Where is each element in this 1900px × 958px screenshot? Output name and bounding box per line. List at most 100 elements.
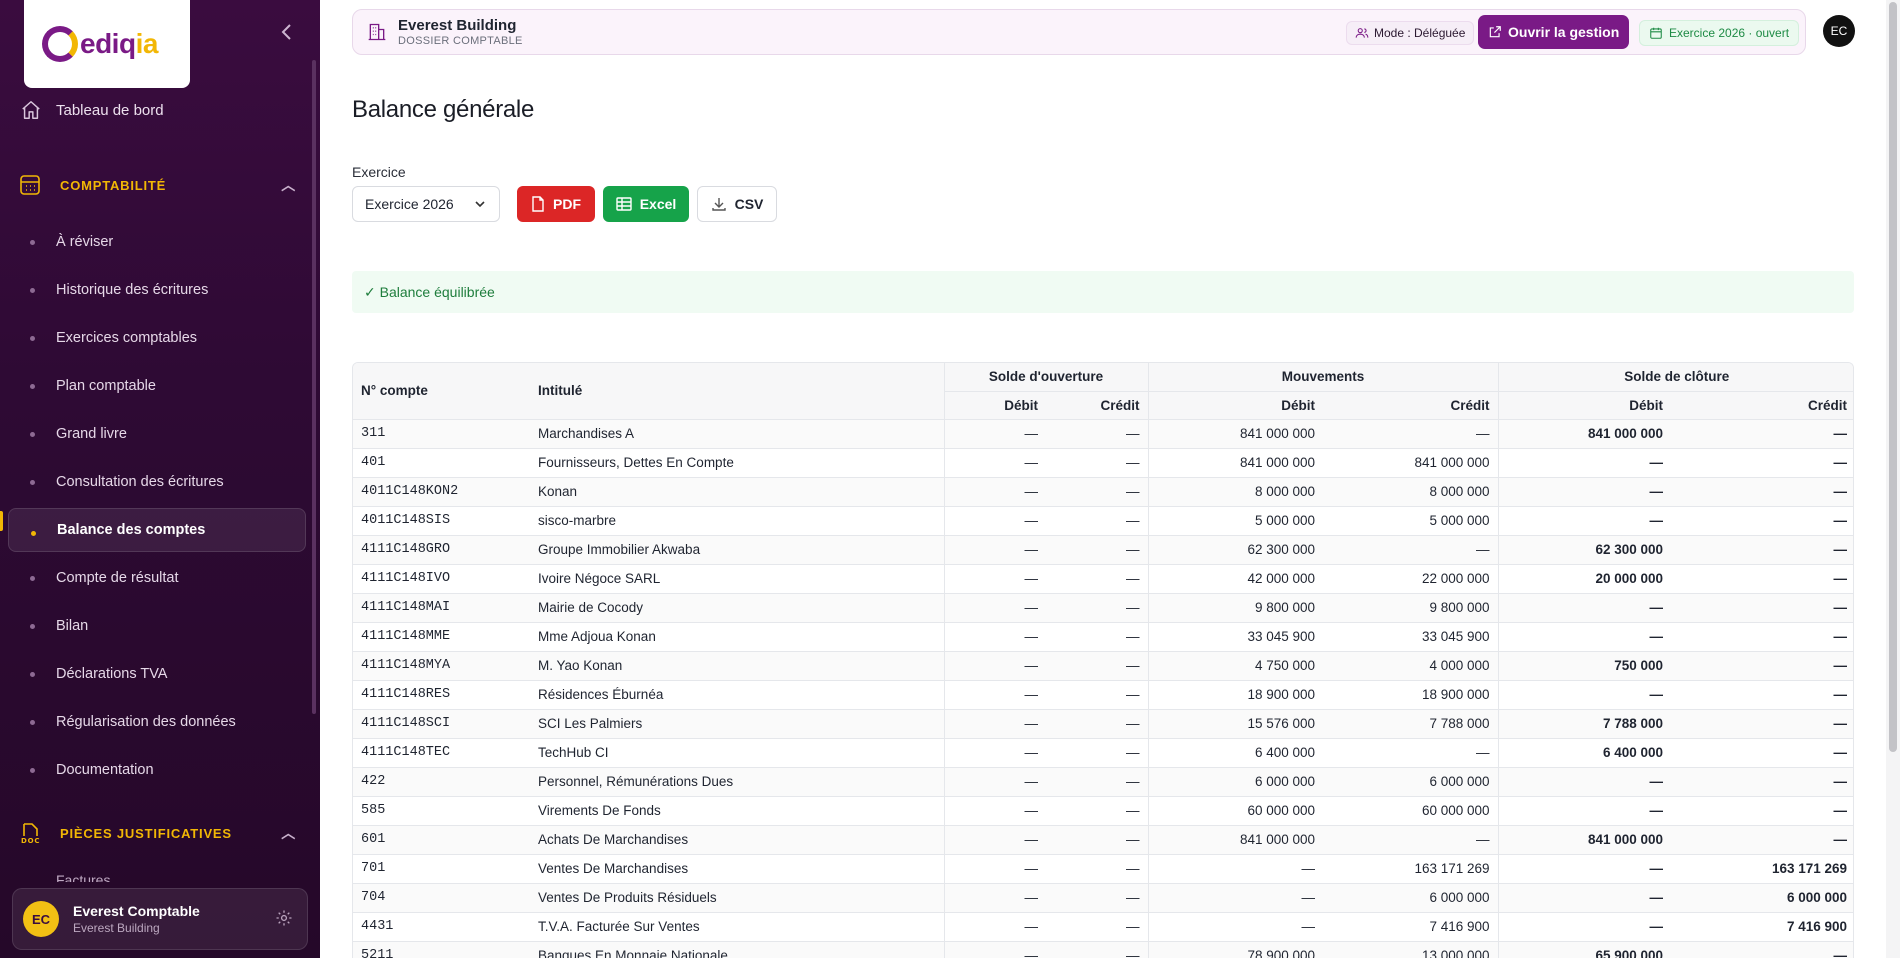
export-excel-button[interactable]: Excel — [603, 186, 689, 222]
sidebar-item-consultation[interactable]: Consultation des écritures — [0, 458, 320, 506]
open-management-button[interactable]: Ouvrir la gestion — [1478, 15, 1630, 49]
sidebar-item-plan-comptable[interactable]: Plan comptable — [0, 362, 320, 410]
table-row[interactable]: 4111C148IVO Ivoire Négoce SARL — —42 000 00… — [353, 563, 1853, 593]
sidebar-item-a-reviser[interactable]: À réviser — [0, 218, 320, 266]
sidebar-item-exercices[interactable]: Exercices comptables — [0, 314, 320, 362]
user-card[interactable]: EC Everest Comptable Everest Building — [12, 888, 308, 950]
table-row[interactable]: 704 Ventes De Produits Résiduels — — —6 000 … — [353, 882, 1853, 912]
table-row[interactable]: 4011C148SIS sisco-marbre — —5 000 000 5 000 … — [353, 505, 1853, 535]
sidebar-item-grand-livre[interactable]: Grand livre — [0, 410, 320, 458]
top-bar: Everest Building DOSSIER COMPTABLE Mode … — [352, 9, 1806, 55]
closing-debit: 841 000 000 — [1497, 418, 1672, 448]
closing-credit: — — [1671, 621, 1853, 651]
section-pieces[interactable]: DOC PIÈCES JUSTIFICATIVES ︿ — [18, 818, 300, 848]
account-label: sisco-marbre — [530, 505, 944, 535]
movement-credit: 6 000 000 — [1323, 882, 1499, 912]
table-row[interactable]: 4111C148TEC TechHub CI — —6 400 000—6 400 0… — [353, 737, 1853, 767]
account-number: 4111C148MME — [353, 621, 530, 651]
sidebar-item-tva[interactable]: Déclarations TVA — [0, 650, 320, 698]
header-opening-debit: Débit — [943, 390, 1046, 419]
table-row[interactable]: 601 Achats De Marchandises — —841 000 000—8… — [353, 824, 1853, 854]
opening-debit: — — [943, 708, 1046, 738]
export-csv-button[interactable]: CSV — [697, 186, 777, 222]
movement-debit: 9 800 000 — [1147, 592, 1324, 622]
bullet-icon — [30, 384, 35, 389]
account-number: 4111C148MYA — [353, 650, 530, 680]
table-row[interactable]: 311 Marchandises A — —841 000 000—841 000 0… — [353, 418, 1853, 448]
exercise-select[interactable]: Exercice 2026 — [352, 186, 500, 222]
table-row[interactable]: 422 Personnel, Rémunérations Dues — —6 000 … — [353, 766, 1853, 796]
closing-debit: 65 900 000 — [1497, 940, 1672, 958]
sidebar-item-historique[interactable]: Historique des écritures — [0, 266, 320, 314]
movement-credit: — — [1323, 418, 1499, 448]
opening-credit: — — [1046, 940, 1149, 958]
account-label: Konan — [530, 476, 944, 506]
export-pdf-button[interactable]: PDF — [517, 186, 595, 222]
table-row[interactable]: 701 Ventes De Marchandises — — —163 171 269—… — [353, 853, 1853, 883]
closing-debit: 7 788 000 — [1497, 708, 1672, 738]
sidebar-item-bilan[interactable]: Bilan — [0, 602, 320, 650]
movement-debit: 841 000 000 — [1147, 824, 1324, 854]
movement-credit: 9 800 000 — [1323, 592, 1499, 622]
table-body: 311 Marchandises A — —841 000 000—841 000 0… — [353, 418, 1853, 958]
sidebar-item-compte-resultat[interactable]: Compte de résultat — [0, 554, 320, 602]
movement-debit: 60 000 000 — [1147, 795, 1324, 825]
section-comptabilite[interactable]: COMPTABILITÉ ︿ — [18, 170, 300, 200]
movement-credit: 22 000 000 — [1323, 563, 1499, 593]
table-row[interactable]: 4111C148MAI Mairie de Cocody — —9 800 000 9 … — [353, 592, 1853, 622]
calendar-icon — [1650, 27, 1662, 39]
mode-badge: Mode : Déléguée — [1346, 21, 1475, 45]
movement-debit: — — [1147, 853, 1324, 883]
sidebar-item-factures[interactable]: Factures — [56, 872, 110, 882]
table-row[interactable]: 401 Fournisseurs, Dettes En Compte — —841 0… — [353, 447, 1853, 477]
header-movements: Mouvements — [1147, 363, 1499, 391]
bullet-icon — [30, 432, 35, 437]
logo[interactable]: ediqia — [24, 0, 190, 88]
sidebar-item-dashboard[interactable]: Tableau de bord — [20, 96, 164, 124]
user-avatar[interactable]: EC — [1823, 15, 1855, 47]
opening-credit: — — [1046, 795, 1149, 825]
closing-debit: 750 000 — [1497, 650, 1672, 680]
collapse-sidebar-button[interactable] — [274, 20, 298, 44]
account-label: Ivoire Négoce SARL — [530, 563, 944, 593]
opening-debit: — — [943, 563, 1046, 593]
opening-credit: — — [1046, 592, 1149, 622]
closing-debit: 6 400 000 — [1497, 737, 1672, 767]
account-number: 4111C148TEC — [353, 737, 530, 767]
table-row[interactable]: 4111C148RES Résidences Éburnéa — —18 900 00… — [353, 679, 1853, 709]
header-label[interactable]: Intitulé — [530, 363, 944, 419]
table-row[interactable]: 5211 Banques En Monnaie Nationale — —78 900… — [353, 940, 1853, 958]
page-scrollbar-thumb[interactable] — [1889, 2, 1897, 752]
account-label: Marchandises A — [530, 418, 944, 448]
table-row[interactable]: 4111C148GRO Groupe Immobilier Akwaba — —62 … — [353, 534, 1853, 564]
opening-debit: — — [943, 418, 1046, 448]
table-row[interactable]: 585 Virements De Fonds — —60 000 000 60 000 … — [353, 795, 1853, 825]
movement-debit: 8 000 000 — [1147, 476, 1324, 506]
account-number: 4011C148KON2 — [353, 476, 530, 506]
closing-credit: — — [1671, 476, 1853, 506]
table-row[interactable]: 4111C148SCI SCI Les Palmiers — —15 576 000 7… — [353, 708, 1853, 738]
header-account[interactable]: N° compte — [353, 363, 530, 419]
account-label: Banques En Monnaie Nationale — [530, 940, 944, 958]
opening-debit: — — [943, 505, 1046, 535]
table-row[interactable]: 4111C148MYA M. Yao Konan — —4 750 000 4 000 … — [353, 650, 1853, 680]
user-name: Everest Comptable — [73, 903, 200, 919]
table-row[interactable]: 4431 T.V.A. Facturée Sur Ventes — — —7 416 9… — [353, 911, 1853, 941]
gear-icon[interactable] — [275, 909, 293, 927]
movement-credit: 8 000 000 — [1323, 476, 1499, 506]
sidebar-item-regularisation[interactable]: Régularisation des données — [0, 698, 320, 746]
bullet-icon — [31, 531, 36, 536]
account-label: Achats De Marchandises — [530, 824, 944, 854]
sidebar-item-balance[interactable]: Balance des comptes — [8, 508, 306, 552]
account-number: 422 — [353, 766, 530, 796]
closing-debit: 62 300 000 — [1497, 534, 1672, 564]
sidebar-item-documentation[interactable]: Documentation — [0, 746, 320, 794]
opening-credit: — — [1046, 708, 1149, 738]
closing-credit: — — [1671, 940, 1853, 958]
movement-credit: 60 000 000 — [1323, 795, 1499, 825]
table-row[interactable]: 4111C148MME Mme Adjoua Konan — —33 045 900 3… — [353, 621, 1853, 651]
table-row[interactable]: 4011C148KON2 Konan — —8 000 000 8 000 000— — — [353, 476, 1853, 506]
closing-credit: — — [1671, 650, 1853, 680]
closing-debit: 841 000 000 — [1497, 824, 1672, 854]
closing-debit: — — [1497, 882, 1672, 912]
